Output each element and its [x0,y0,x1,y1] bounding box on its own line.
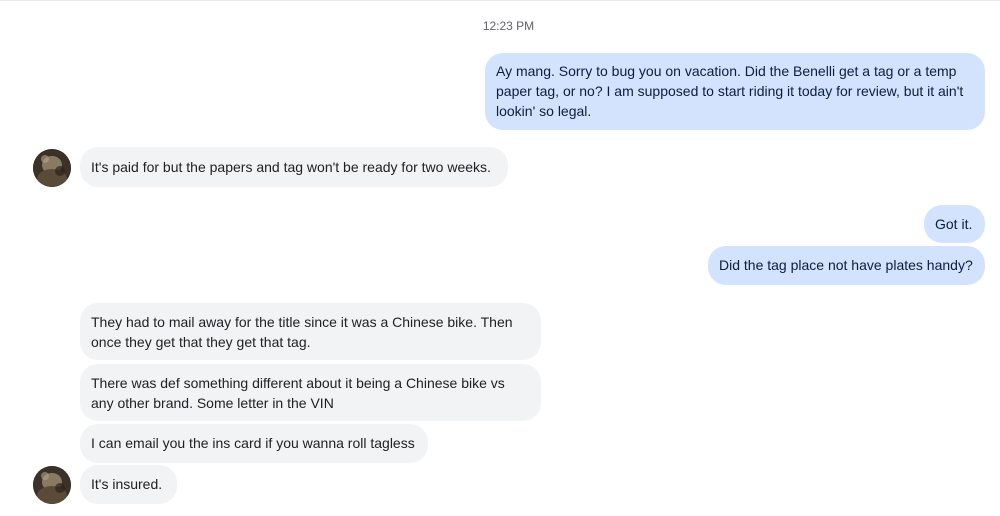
incoming-message[interactable]: There was def something different about … [80,364,541,421]
message-text-line: once they get that they get that tag. [91,334,311,350]
incoming-message[interactable]: I can email you the ins card if you wann… [80,424,428,463]
message-text-line: They had to mail away for the title sinc… [91,314,513,330]
incoming-message[interactable]: They had to mail away for the title sinc… [80,303,541,360]
message-text-line: Got it. [935,216,973,232]
top-divider [0,0,1000,1]
contact-avatar[interactable] [33,466,71,504]
incoming-message[interactable]: It's paid for but the papers and tag won… [80,147,508,187]
message-text-line: There was def something different about … [91,375,505,391]
outgoing-message[interactable]: Ay mang. Sorry to bug you on vacation. D… [485,53,985,130]
message-text-line: It's insured. [91,476,163,492]
avatar-photo-icon [33,149,71,187]
message-text-line: Did the tag place not have plates handy? [719,257,973,273]
incoming-message[interactable]: It's insured. [80,465,177,504]
message-text-line: lookin' so legal. [496,103,592,119]
message-text-line: Ay mang. Sorry to bug you on vacation. D… [496,63,957,79]
message-text-line: I can email you the ins card if you wann… [91,435,415,451]
avatar-photo-icon [33,466,71,504]
message-timestamp: 12:23 PM [482,19,535,33]
contact-avatar[interactable] [33,149,71,187]
outgoing-message[interactable]: Got it. [924,205,985,243]
message-text-line: paper tag, or no? I am supposed to start… [496,83,964,99]
outgoing-message[interactable]: Did the tag place not have plates handy? [708,246,985,285]
message-text-line: any other brand. Some letter in the VIN [91,395,334,411]
message-text-line: It's paid for but the papers and tag won… [91,159,491,175]
